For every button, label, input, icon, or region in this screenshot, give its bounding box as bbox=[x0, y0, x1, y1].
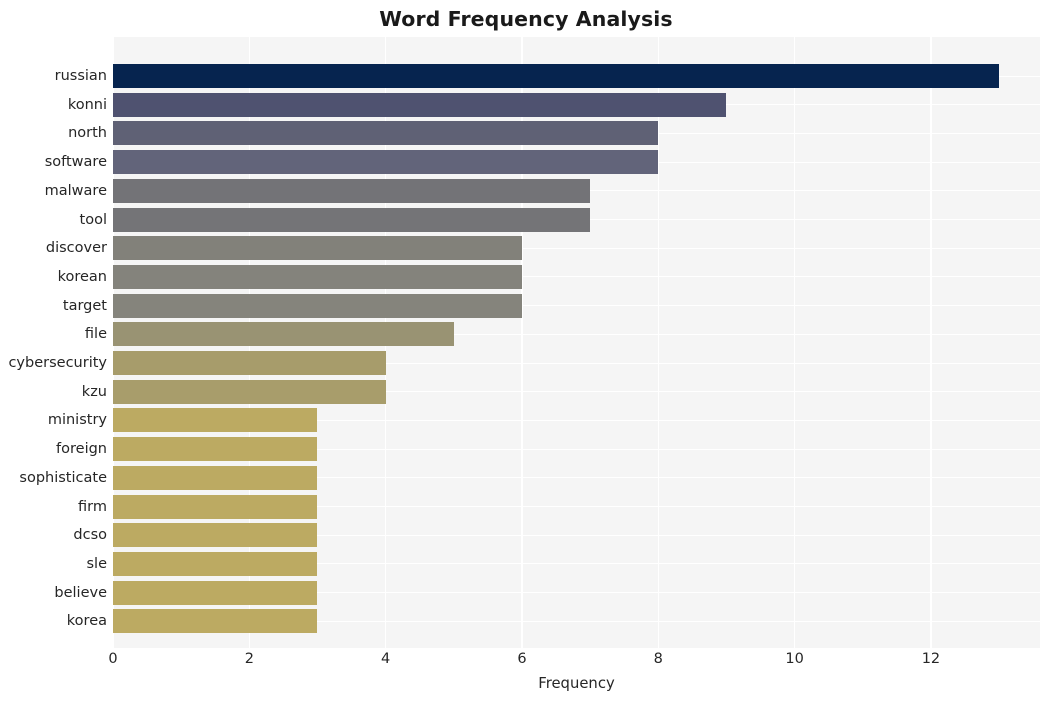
y-tick-label-believe: believe bbox=[54, 584, 107, 601]
bar-konni bbox=[113, 92, 727, 117]
gridline-x-5 bbox=[793, 37, 796, 648]
y-tick-label-target: target bbox=[62, 297, 107, 314]
y-tick-label-software: software bbox=[44, 154, 107, 171]
y-tick-label-konni: konni bbox=[67, 96, 107, 113]
y-tick-label-korean: korean bbox=[57, 268, 107, 285]
y-tick-label-tool: tool bbox=[79, 211, 107, 228]
y-tick-label-foreign: foreign bbox=[56, 441, 107, 458]
y-tick-label-discover: discover bbox=[45, 240, 107, 257]
bar-north bbox=[113, 121, 659, 146]
bar-software bbox=[113, 150, 659, 175]
y-tick-label-ministry: ministry bbox=[47, 412, 107, 429]
y-axis-tick-labels: russian konni north software malware tool disc… bbox=[0, 37, 107, 648]
x-tick-label-6: 6 bbox=[517, 651, 527, 667]
bar-firm bbox=[113, 494, 318, 519]
bar-korea bbox=[113, 609, 318, 634]
bar-target bbox=[113, 293, 522, 318]
y-tick-label-kzu: kzu bbox=[81, 383, 107, 400]
bar-malware bbox=[113, 178, 591, 203]
y-tick-label-dcso: dcso bbox=[73, 527, 107, 544]
bar-discover bbox=[113, 236, 522, 261]
y-tick-label-sle: sle bbox=[86, 555, 107, 572]
y-tick-label-cybersecurity: cybersecurity bbox=[8, 355, 107, 371]
y-tick-label-korea: korea bbox=[66, 613, 107, 630]
x-tick-label-4: 4 bbox=[381, 651, 391, 667]
x-axis-tick-labels: 0 2 4 6 8 10 12 bbox=[108, 651, 1040, 673]
bar-file bbox=[113, 322, 454, 347]
bar-believe bbox=[113, 580, 318, 605]
bar-sle bbox=[113, 551, 318, 576]
plot-area bbox=[113, 37, 1040, 648]
bar-foreign bbox=[113, 437, 318, 462]
x-tick-label-2: 2 bbox=[244, 651, 254, 667]
y-tick-label-malware: malware bbox=[44, 182, 107, 199]
chart-title: Word Frequency Analysis bbox=[379, 7, 673, 31]
bar-dcso bbox=[113, 523, 318, 548]
x-axis-label: Frequency bbox=[538, 675, 615, 692]
x-tick-label-0: 0 bbox=[108, 651, 118, 667]
y-tick-label-north: north bbox=[68, 125, 107, 142]
bar-ministry bbox=[113, 408, 318, 433]
x-tick-label-12: 12 bbox=[921, 651, 941, 667]
y-tick-label-file: file bbox=[84, 326, 107, 343]
y-tick-label-sophisticate: sophisticate bbox=[19, 469, 107, 486]
bar-tool bbox=[113, 207, 591, 232]
bar-cybersecurity bbox=[113, 351, 386, 375]
bar-korean bbox=[113, 264, 522, 289]
gridline-x-6 bbox=[930, 37, 932, 648]
y-tick-label-russian: russian bbox=[54, 68, 107, 84]
x-tick-label-10: 10 bbox=[785, 651, 804, 667]
y-tick-label-firm: firm bbox=[78, 498, 107, 515]
x-tick-label-8: 8 bbox=[653, 651, 663, 667]
bar-kzu bbox=[113, 379, 386, 404]
chart-figure: Word Frequency Analysis russian konni nort… bbox=[0, 0, 1052, 701]
bar-sophisticate bbox=[113, 465, 318, 490]
bar-russian bbox=[113, 64, 1000, 88]
